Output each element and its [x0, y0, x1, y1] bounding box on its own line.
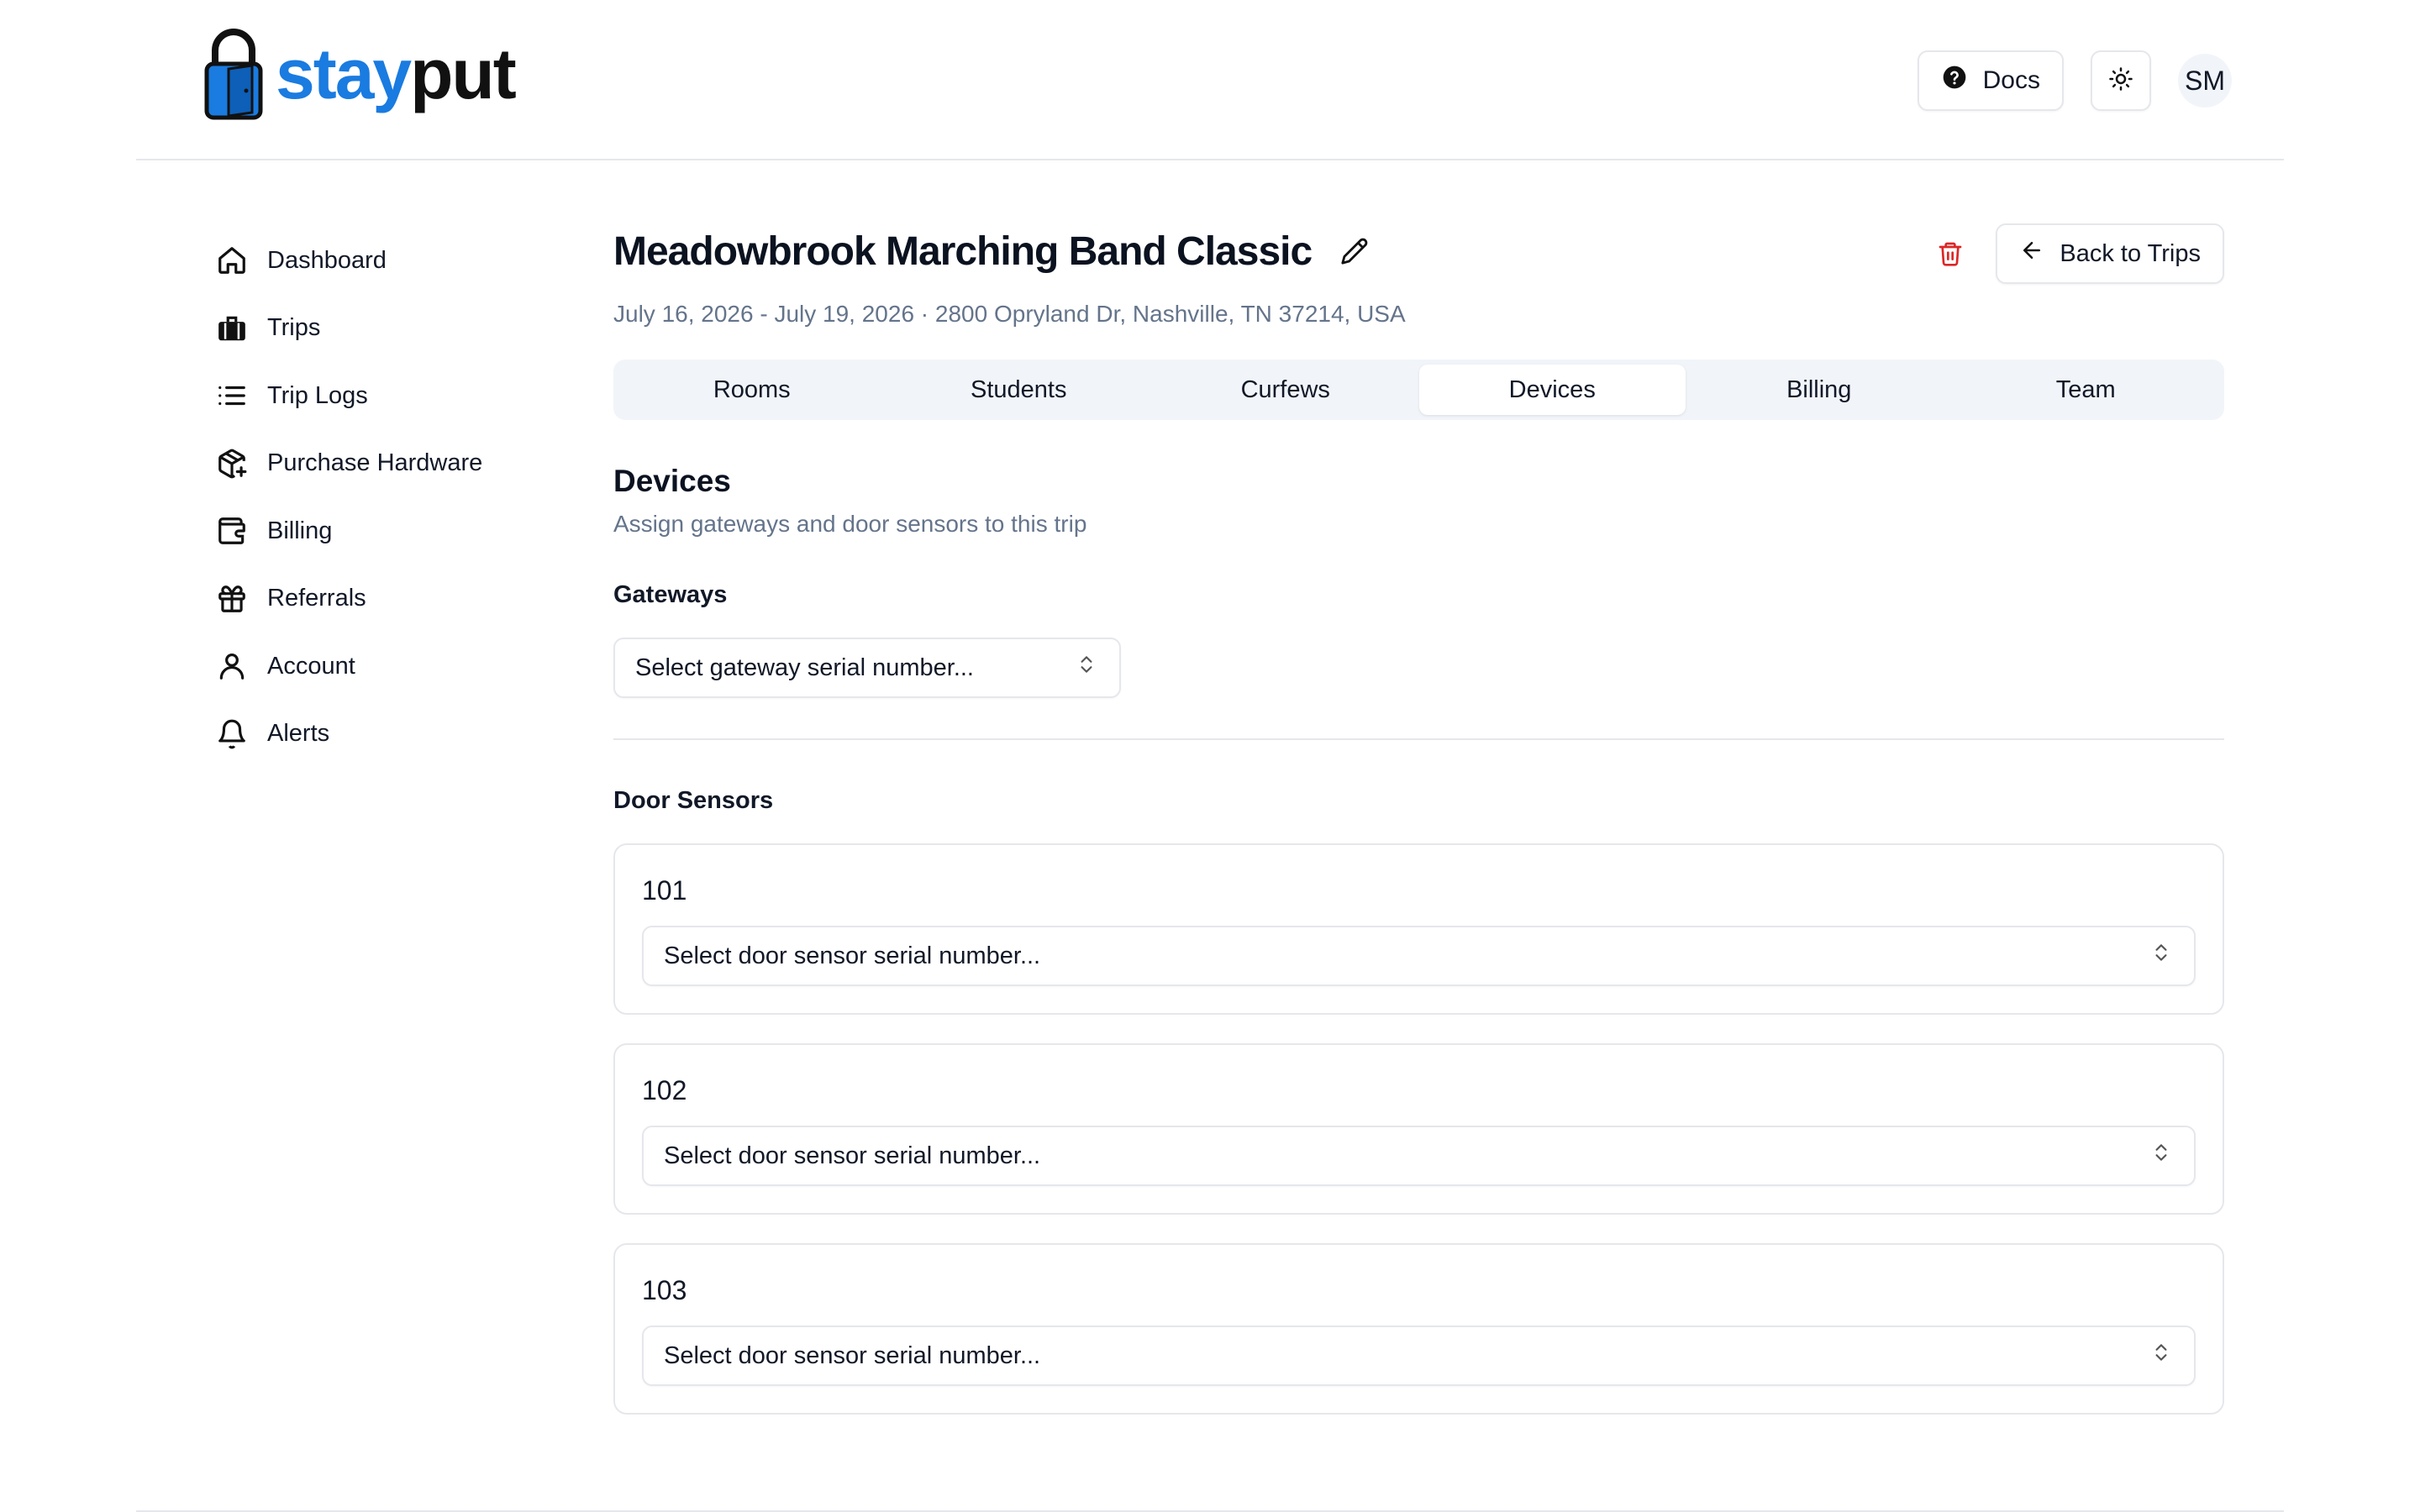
user-icon — [215, 649, 249, 683]
gateway-select-placeholder: Select gateway serial number... — [635, 654, 974, 681]
door-sensor-select-placeholder: Select door sensor serial number... — [664, 942, 1041, 969]
help-circle-icon — [1941, 64, 1968, 97]
arrow-left-icon — [2019, 238, 2044, 270]
tab-students[interactable]: Students — [886, 365, 1153, 415]
door-sensor-select[interactable]: Select door sensor serial number... — [642, 1126, 2196, 1186]
chevrons-up-down-icon — [2150, 1142, 2172, 1170]
section-divider — [613, 738, 2224, 740]
sidebar-item-label: Alerts — [267, 720, 330, 748]
tab-team[interactable]: Team — [1953, 365, 2220, 415]
docs-button[interactable]: Docs — [1917, 50, 2064, 111]
page-title: Meadowbrook Marching Band Classic — [613, 228, 1313, 274]
list-icon — [215, 379, 249, 412]
sidebar-item-label: Trips — [267, 314, 321, 342]
gateways-label: Gateways — [613, 581, 728, 608]
door-sensor-card: 101 Select door sensor serial number... — [613, 843, 2224, 1015]
door-sensor-card: 102 Select door sensor serial number... — [613, 1043, 2224, 1215]
door-sensor-select[interactable]: Select door sensor serial number... — [642, 1326, 2196, 1386]
sidebar-item-account[interactable]: Account — [215, 633, 551, 701]
sidebar-item-purchase-hardware[interactable]: Purchase Hardware — [215, 430, 551, 498]
sidebar-item-alerts[interactable]: Alerts — [215, 701, 551, 769]
sidebar-item-trip-logs[interactable]: Trip Logs — [215, 362, 551, 430]
door-sensor-select-placeholder: Select door sensor serial number... — [664, 1142, 1041, 1169]
luggage-icon — [215, 312, 249, 345]
user-avatar[interactable]: SM — [2178, 54, 2232, 108]
sidebar-item-referrals[interactable]: Referrals — [215, 565, 551, 633]
back-to-trips-button[interactable]: Back to Trips — [1996, 223, 2224, 284]
sidebar-item-label: Billing — [267, 517, 333, 544]
padlock-logo-icon — [204, 29, 263, 120]
brand-logo[interactable]: stayput — [203, 25, 517, 123]
wallet-icon — [215, 514, 249, 548]
door-sensor-card: 103 Select door sensor serial number... — [613, 1243, 2224, 1415]
sun-icon — [2108, 66, 2133, 96]
chevrons-up-down-icon — [1076, 654, 1097, 682]
door-sensors-label: Door Sensors — [613, 787, 774, 814]
sidebar-item-billing[interactable]: Billing — [215, 497, 551, 565]
sidebar-item-dashboard[interactable]: Dashboard — [215, 227, 551, 295]
sidebar-item-label: Dashboard — [267, 246, 387, 274]
package-plus-icon — [215, 447, 249, 480]
docs-label: Docs — [1982, 66, 2040, 94]
tab-devices[interactable]: Devices — [1418, 365, 1686, 415]
chevrons-up-down-icon — [2150, 942, 2172, 970]
main-content: Meadowbrook Marching Band Classic Back t… — [613, 220, 2224, 1415]
top-header: stayput Docs SM — [136, 0, 2284, 160]
tab-curfews[interactable]: Curfews — [1152, 365, 1419, 415]
home-icon — [215, 244, 249, 277]
tab-billing[interactable]: Billing — [1686, 365, 1953, 415]
door-sensor-select-placeholder: Select door sensor serial number... — [664, 1341, 1041, 1369]
room-number: 102 — [642, 1075, 687, 1105]
theme-toggle-button[interactable] — [2091, 50, 2151, 111]
sidebar-item-label: Purchase Hardware — [267, 449, 483, 477]
gateway-select[interactable]: Select gateway serial number... — [613, 638, 1121, 698]
pencil-icon[interactable] — [1340, 236, 1370, 266]
trash-icon[interactable] — [1933, 237, 1967, 270]
devices-section-description: Assign gateways and door sensors to this… — [613, 511, 1087, 537]
trip-tabs: Rooms Students Curfews Devices Billing T… — [613, 360, 2224, 420]
sidebar-item-label: Trip Logs — [267, 381, 368, 409]
tab-rooms[interactable]: Rooms — [618, 365, 886, 415]
door-sensor-select[interactable]: Select door sensor serial number... — [642, 926, 2196, 986]
chevrons-up-down-icon — [2150, 1341, 2172, 1370]
sidebar-item-label: Account — [267, 652, 355, 680]
bell-icon — [215, 717, 249, 751]
trip-subtitle: July 16, 2026 - July 19, 2026 · 2800 Opr… — [613, 301, 1406, 327]
gift-icon — [215, 582, 249, 616]
sidebar-item-trips[interactable]: Trips — [215, 295, 551, 363]
sidebar-item-label: Referrals — [267, 585, 366, 612]
devices-section-title: Devices — [613, 464, 731, 498]
room-number: 103 — [642, 1275, 687, 1305]
room-number: 101 — [642, 875, 687, 906]
sidebar-nav: Dashboard Trips Trip Logs Purchase Hardw… — [215, 227, 551, 768]
brand-wordmark: stayput — [276, 34, 517, 113]
back-label: Back to Trips — [2060, 239, 2201, 267]
